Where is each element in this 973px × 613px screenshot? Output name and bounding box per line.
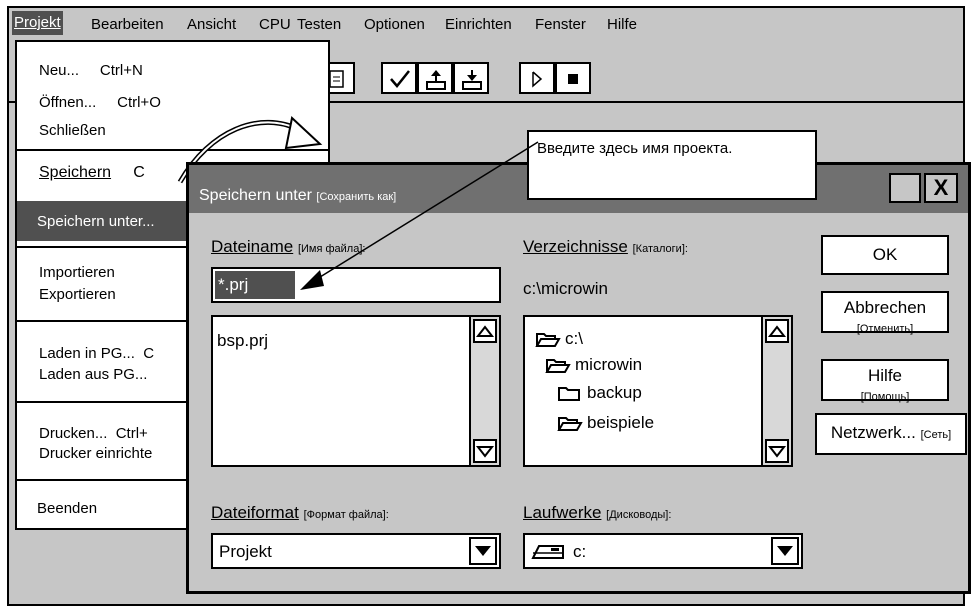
open-folder-icon bbox=[545, 359, 571, 373]
menu-item-laden-in-pg[interactable]: Laden in PG... C bbox=[39, 345, 154, 362]
download-icon bbox=[462, 70, 482, 90]
drives-dropdown-button[interactable] bbox=[771, 537, 799, 565]
arrow-up-icon bbox=[767, 325, 787, 337]
dialog-close-button[interactable]: X bbox=[924, 173, 958, 203]
menu-item-drucken[interactable]: Drucken... Ctrl+ bbox=[39, 425, 148, 442]
drives-value: c: bbox=[573, 542, 587, 561]
dialog-minimize-button[interactable] bbox=[889, 173, 921, 203]
fileformat-dropdown-button[interactable] bbox=[469, 537, 497, 565]
drives-label: Laufwerke [Дисководы]: bbox=[523, 503, 672, 522]
ok-button[interactable]: OK bbox=[821, 235, 949, 275]
toolbar-run-button[interactable] bbox=[519, 62, 555, 94]
menu-fenster[interactable]: Fenster bbox=[535, 16, 586, 33]
directory-tree[interactable]: c:\ microwin backup beispiele bbox=[523, 315, 793, 467]
fileformat-value: Projekt bbox=[219, 542, 272, 561]
chevron-down-icon bbox=[475, 546, 491, 556]
toolbar-stop-button[interactable] bbox=[555, 62, 591, 94]
menu-bar: Projekt Bearbeiten Ansicht CPU Testen Op… bbox=[9, 8, 963, 38]
menu-item-laden-aus-pg[interactable]: Laden aus PG... bbox=[39, 366, 147, 383]
menu-item-speichern[interactable]: Speichern C bbox=[39, 164, 145, 182]
toolbar-check-button[interactable] bbox=[381, 62, 417, 94]
network-button[interactable]: Netzwerk... [Сеть] bbox=[815, 413, 967, 455]
menu-item-oeffnen[interactable]: Öffnen... Ctrl+O bbox=[39, 94, 161, 111]
arrow-down-icon bbox=[475, 446, 495, 458]
tree-item-beispiele[interactable]: beispiele bbox=[557, 413, 654, 433]
menu-item-neu[interactable]: Neu... Ctrl+N bbox=[39, 62, 143, 79]
chevron-down-icon bbox=[777, 546, 793, 556]
tooltip-text: Введите здесь имя проекта. bbox=[537, 140, 733, 157]
stop-icon bbox=[568, 74, 578, 84]
toolbar-upload-button[interactable] bbox=[417, 62, 453, 94]
drive-icon bbox=[531, 545, 564, 559]
upload-icon bbox=[426, 70, 446, 90]
menu-cpu[interactable]: CPU bbox=[259, 16, 291, 33]
menu-item-label: Speichern unter... bbox=[37, 213, 155, 230]
menu-ansicht[interactable]: Ansicht bbox=[187, 16, 236, 33]
tree-item-backup[interactable]: backup bbox=[558, 383, 642, 403]
scroll-up-button[interactable] bbox=[765, 319, 789, 343]
fileformat-select[interactable]: Projekt bbox=[211, 533, 501, 569]
drives-select[interactable]: c: bbox=[523, 533, 803, 569]
open-folder-icon bbox=[557, 417, 583, 431]
directory-scrollbar[interactable] bbox=[761, 317, 791, 465]
menu-item-importieren[interactable]: Importieren bbox=[39, 264, 115, 281]
menu-item-beenden[interactable]: Beenden bbox=[37, 500, 97, 517]
help-button[interactable]: Hilfe [Помощь] bbox=[821, 359, 949, 403]
menu-item-schliessen[interactable]: Schließen bbox=[39, 122, 106, 139]
filename-tooltip: Введите здесь имя проекта. bbox=[527, 130, 817, 200]
closed-folder-icon bbox=[558, 387, 580, 401]
checkmark-icon bbox=[390, 70, 410, 88]
tooltip-pointer-arrow bbox=[300, 141, 539, 290]
document-icon bbox=[329, 70, 344, 88]
arrow-up-icon bbox=[475, 325, 495, 337]
scroll-down-button[interactable] bbox=[765, 439, 789, 463]
list-item[interactable]: bsp.prj bbox=[217, 331, 268, 351]
filename-selected-text: *.prj bbox=[215, 271, 295, 299]
menu-einrichten[interactable]: Einrichten bbox=[445, 16, 512, 33]
file-list-scrollbar[interactable] bbox=[469, 317, 499, 465]
scroll-down-button[interactable] bbox=[473, 439, 497, 463]
menu-projekt[interactable]: Projekt bbox=[12, 11, 63, 35]
toolbar-download-button[interactable] bbox=[453, 62, 489, 94]
menu-testen[interactable]: Testen bbox=[297, 16, 341, 33]
tree-item-microwin[interactable]: microwin bbox=[545, 355, 642, 375]
tree-item-c[interactable]: c:\ bbox=[535, 329, 583, 349]
menu-bearbeiten[interactable]: Bearbeiten bbox=[91, 16, 164, 33]
play-icon bbox=[532, 71, 543, 88]
fileformat-label: Dateiformat [Формат файла]: bbox=[211, 503, 389, 522]
menu-hilfe[interactable]: Hilfe bbox=[607, 16, 637, 33]
open-folder-icon bbox=[535, 333, 561, 347]
arrow-down-icon bbox=[767, 446, 787, 458]
menu-optionen[interactable]: Optionen bbox=[364, 16, 425, 33]
cancel-button[interactable]: Abbrechen [Отменить] bbox=[821, 291, 949, 335]
file-list[interactable]: bsp.prj bbox=[211, 315, 501, 467]
menu-item-exportieren[interactable]: Exportieren bbox=[39, 286, 116, 303]
menu-item-drucker-einrichten[interactable]: Drucker einrichte bbox=[39, 445, 152, 462]
scroll-up-button[interactable] bbox=[473, 319, 497, 343]
